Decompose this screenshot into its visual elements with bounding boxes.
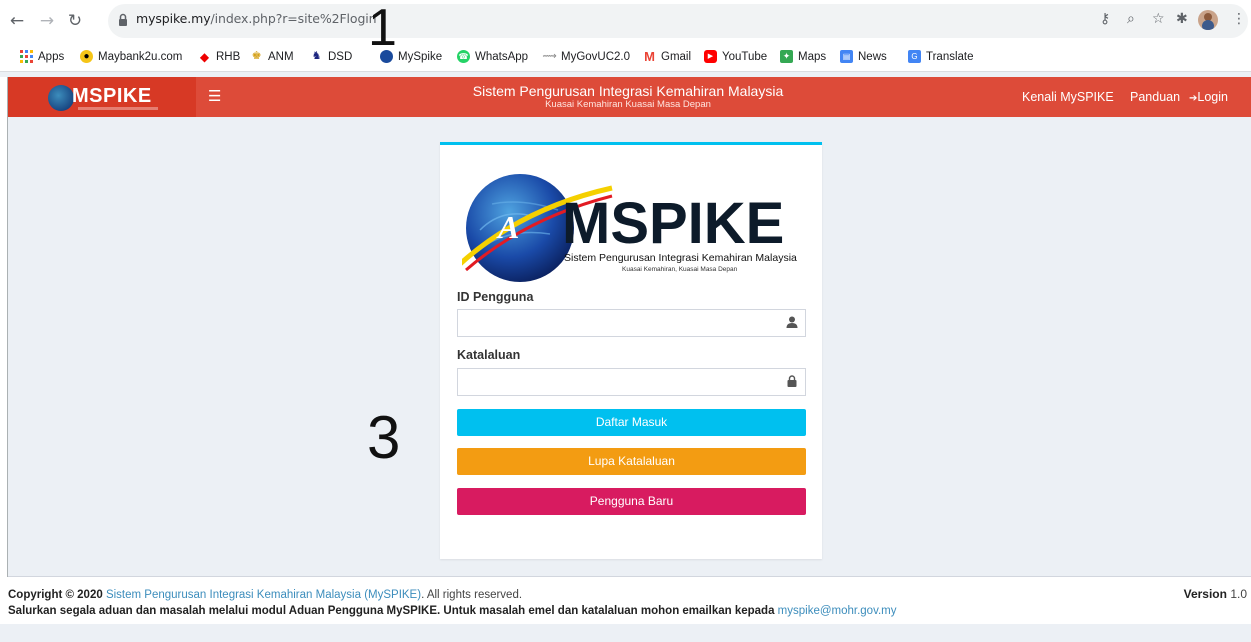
browser-toolbar: ← → ↻ myspike.my/index.php?r=site%2Flogi… bbox=[0, 0, 1251, 44]
app-header: MSPIKE ☰ Sistem Pengurusan Integrasi Kem… bbox=[8, 77, 1251, 117]
bookmark-label: News bbox=[858, 50, 887, 63]
logo-caption: Sistem Pengurusan Integrasi Kemahiran Ma… bbox=[564, 252, 797, 264]
bookmark-label: Maps bbox=[798, 50, 827, 63]
login-link[interactable]: ➔Login bbox=[1189, 90, 1228, 104]
footer-system-link[interactable]: Sistem Pengurusan Integrasi Kemahiran Ma… bbox=[106, 589, 421, 601]
profile-avatar-icon[interactable] bbox=[1198, 10, 1218, 30]
reload-icon[interactable]: ↻ bbox=[64, 10, 86, 32]
forgot-password-button[interactable]: Lupa Katalaluan bbox=[457, 448, 806, 475]
complaint-text: Salurkan segala aduan dan masalah melalu… bbox=[8, 605, 775, 617]
news-icon: ▤ bbox=[840, 50, 853, 63]
url-path: /index.php?r=site%2Flogin bbox=[210, 11, 377, 26]
bookmark-rhb[interactable]: ◆ RHB bbox=[198, 50, 240, 63]
forward-arrow-icon[interactable]: → bbox=[36, 10, 58, 32]
lock-field-icon bbox=[787, 375, 797, 387]
username-input[interactable] bbox=[457, 309, 806, 337]
user-icon bbox=[786, 316, 798, 328]
version-number: 1.0 bbox=[1230, 587, 1247, 601]
bookmark-maybank[interactable]: ● Maybank2u.com bbox=[80, 50, 182, 63]
back-arrow-icon[interactable]: ← bbox=[6, 10, 28, 32]
header-title: Sistem Pengurusan Integrasi Kemahiran Ma… bbox=[472, 83, 784, 99]
bookmark-translate[interactable]: G Translate bbox=[908, 50, 974, 63]
username-label: ID Pengguna bbox=[457, 290, 534, 304]
footer: Copyright © 2020 Sistem Pengurusan Integ… bbox=[8, 576, 1251, 624]
bookmark-news[interactable]: ▤ News bbox=[840, 50, 887, 63]
translate-icon: G bbox=[908, 50, 921, 63]
mygovuc-icon: ⟿ bbox=[542, 50, 557, 62]
password-label: Katalaluan bbox=[457, 348, 521, 362]
url-text[interactable]: myspike.my/index.php?r=site%2Flogin bbox=[136, 11, 377, 26]
sidebar-edge bbox=[0, 77, 8, 642]
annotation-number-3: 3 bbox=[367, 404, 401, 471]
globe-logo-icon bbox=[48, 85, 74, 111]
bookmark-gmail[interactable]: M Gmail bbox=[643, 50, 691, 63]
bookmark-label: Maybank2u.com bbox=[98, 50, 183, 63]
bookmark-label: DSD bbox=[328, 50, 353, 63]
bookmark-label: MySpike bbox=[398, 50, 443, 63]
url-host: myspike.my bbox=[136, 11, 211, 26]
extensions-icon[interactable]: ✱ bbox=[1176, 11, 1188, 27]
zoom-icon[interactable]: ⌕ bbox=[1127, 11, 1135, 27]
whatsapp-icon: ☎ bbox=[457, 50, 470, 63]
bookmark-label: Translate bbox=[926, 50, 974, 63]
header-subtitle: Kuasai Kemahiran Kuasai Masa Depan bbox=[545, 99, 711, 110]
gmail-icon: M bbox=[644, 49, 655, 64]
header-logo[interactable]: MSPIKE bbox=[8, 77, 196, 117]
footer-copyright: Copyright © 2020 Sistem Pengurusan Integ… bbox=[8, 589, 522, 601]
bookmark-label: WhatsApp bbox=[475, 50, 529, 63]
kenali-myspike-link[interactable]: Kenali MySPIKE bbox=[1022, 90, 1114, 104]
support-email-link[interactable]: myspike@mohr.gov.my bbox=[778, 605, 897, 617]
bookmark-label: MyGovUC2.0 bbox=[561, 50, 631, 63]
myspike-logo: A MSPIKE Sistem Pengurusan Integrasi Kem… bbox=[462, 174, 797, 282]
bookmark-anm[interactable]: ♚ ANM bbox=[250, 50, 294, 63]
logo-word: MSPIKE bbox=[562, 191, 784, 256]
rhb-icon: ◆ bbox=[199, 49, 210, 64]
dsd-icon: ♞ bbox=[311, 50, 322, 62]
apps-grid-icon bbox=[20, 50, 33, 63]
youtube-icon: ▶ bbox=[704, 50, 717, 63]
bookmark-label: Gmail bbox=[661, 50, 692, 63]
bookmark-apps[interactable]: Apps bbox=[20, 50, 64, 63]
header-logo-text: MSPIKE bbox=[72, 85, 152, 107]
sign-in-button[interactable]: Daftar Masuk bbox=[457, 409, 806, 436]
bottom-strip bbox=[0, 624, 1251, 642]
bookmark-maps[interactable]: ✦ Maps bbox=[780, 50, 826, 63]
panduan-link[interactable]: Panduan bbox=[1130, 90, 1180, 104]
login-link-label: Login bbox=[1197, 90, 1228, 104]
logo-subline bbox=[78, 107, 158, 110]
bookmark-dsd[interactable]: ♞ DSD bbox=[310, 50, 353, 63]
bookmarks-bar: Apps ● Maybank2u.com ◆ RHB ♚ ANM ♞ DSD M… bbox=[0, 44, 1251, 72]
svg-text:A: A bbox=[496, 209, 519, 245]
version-info: Version 1.0 bbox=[1184, 587, 1247, 601]
bookmark-youtube[interactable]: ▶ YouTube bbox=[704, 50, 767, 63]
bookmark-label: ANM bbox=[268, 50, 294, 63]
maybank-icon: ● bbox=[80, 50, 93, 63]
copyright-text: Copyright © 2020 bbox=[8, 589, 103, 601]
annotation-number-1: 1 bbox=[368, 0, 397, 57]
bookmark-mygovuc[interactable]: ⟿ MyGovUC2.0 bbox=[542, 50, 631, 63]
menu-dots-icon[interactable]: ⋮ bbox=[1232, 11, 1246, 27]
rights-text: . All rights reserved. bbox=[421, 589, 523, 601]
hamburger-menu-icon[interactable]: ☰ bbox=[208, 87, 221, 105]
new-user-button[interactable]: Pengguna Baru bbox=[457, 488, 806, 515]
key-icon[interactable]: ⚷ bbox=[1100, 11, 1110, 27]
lock-icon bbox=[119, 13, 127, 26]
bookmark-label: Apps bbox=[38, 50, 65, 63]
bookmark-label: YouTube bbox=[722, 50, 768, 63]
bookmark-label: RHB bbox=[216, 50, 241, 63]
star-icon[interactable]: ☆ bbox=[1152, 11, 1165, 27]
password-input[interactable] bbox=[457, 368, 806, 396]
footer-complaint: Salurkan segala aduan dan masalah melalu… bbox=[8, 605, 897, 617]
maps-icon: ✦ bbox=[780, 50, 793, 63]
version-label: Version bbox=[1183, 587, 1227, 601]
logo-tagline: Kuasai Kemahiran, Kuasai Masa Depan bbox=[622, 266, 738, 273]
anm-icon: ♚ bbox=[251, 50, 262, 62]
bookmark-whatsapp[interactable]: ☎ WhatsApp bbox=[457, 50, 528, 63]
